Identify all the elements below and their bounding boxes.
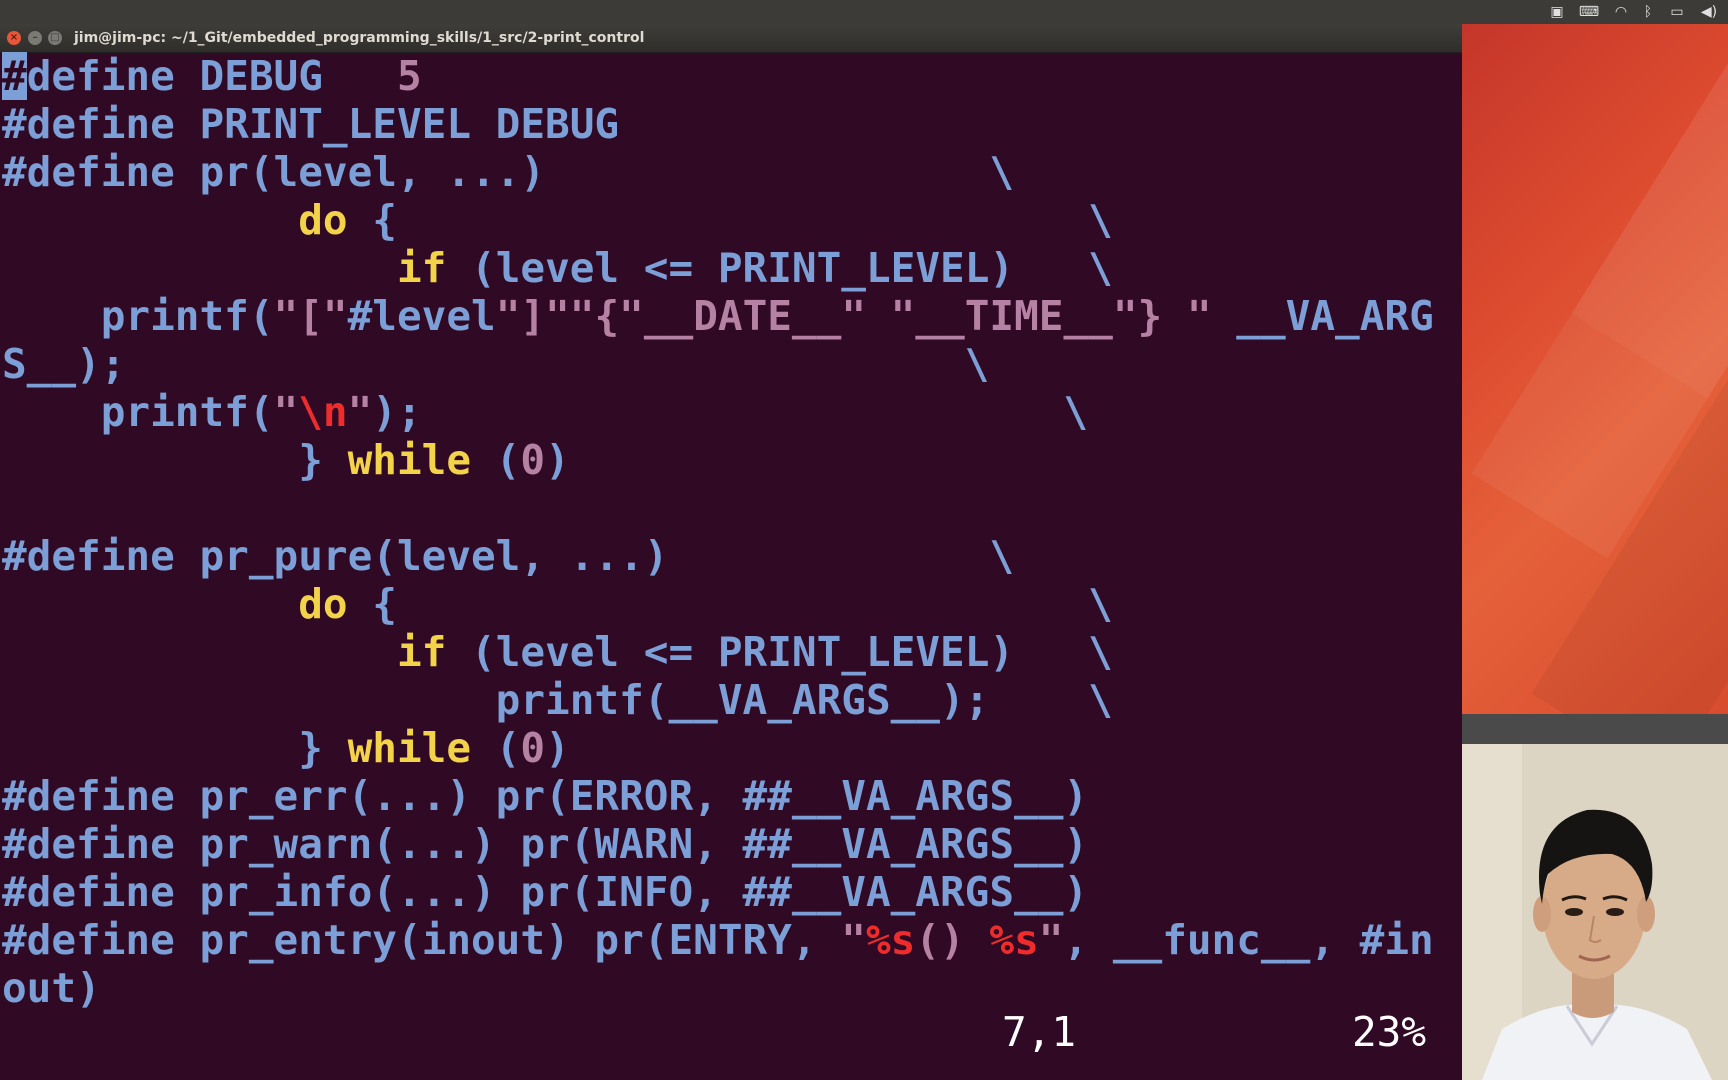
vim-statusline: 7,1 23%: [0, 1008, 1462, 1056]
code-token: ": [273, 388, 299, 436]
scroll-percent: 23%: [1352, 1008, 1427, 1056]
code-token: " ": [841, 292, 916, 340]
cursor-position: 7,1: [1002, 1008, 1077, 1056]
code-token: if: [396, 244, 447, 292]
code-token: while: [347, 724, 471, 772]
code-line[interactable]: } while (0): [0, 436, 1462, 484]
code-token: #define pr_err(...) pr(ERROR, ##__VA_ARG…: [2, 772, 1089, 820]
code-line[interactable]: if (level <= PRINT_LEVEL) \: [0, 628, 1462, 676]
code-token: __DATE__: [643, 292, 842, 340]
code-token: %s: [989, 916, 1039, 964]
code-token: #level: [347, 292, 496, 340]
code-token: if: [396, 628, 447, 676]
code-token: #define pr_info(...) pr(INFO, ##__VA_ARG…: [2, 868, 1089, 916]
text-cursor: #: [2, 52, 27, 100]
code-token: { \: [347, 580, 1113, 628]
presenter-image: [1462, 744, 1728, 1080]
code-token: printf(__VA_ARGS__); \: [2, 676, 1113, 724]
code-token: "} ": [1112, 292, 1212, 340]
code-line[interactable]: [0, 484, 1462, 532]
code-token: (): [915, 916, 990, 964]
code-token: 0: [520, 436, 546, 484]
code-token: #define pr_entry(inout) pr(ENTRY,: [2, 916, 842, 964]
code-token: (: [471, 724, 521, 772]
code-line[interactable]: #define pr_err(...) pr(ERROR, ##__VA_ARG…: [0, 772, 1462, 820]
code-line[interactable]: do { \: [0, 580, 1462, 628]
code-token: %s: [865, 916, 916, 964]
window-titlebar[interactable]: × – □ jim@jim-pc: ~/1_Git/embedded_progr…: [0, 24, 1462, 53]
code-token: S__); \: [2, 340, 990, 388]
code-token: ): [545, 436, 570, 484]
code-token: do: [298, 196, 348, 244]
code-token: ): [545, 724, 570, 772]
terminal-window[interactable]: × – □ jim@jim-pc: ~/1_Git/embedded_progr…: [0, 24, 1462, 1080]
code-token: (: [471, 436, 521, 484]
code-token: __VA_ARG: [1211, 292, 1434, 340]
code-token: printf(: [2, 388, 274, 436]
code-token: __TIME__: [915, 292, 1113, 340]
code-token: }: [2, 436, 348, 484]
code-token: ); \: [372, 388, 1089, 436]
code-token: 0: [520, 724, 546, 772]
code-token: #define pr_pure(level, ...) \: [2, 532, 1015, 580]
code-token: #define pr_warn(...) pr(WARN, ##__VA_ARG…: [2, 820, 1089, 868]
top-panel: ▣ ⌨ ◠ ᛒ ▭ ◀): [0, 0, 1728, 24]
code-token: "[": [273, 292, 348, 340]
code-token: (level <= PRINT_LEVEL) \: [446, 244, 1113, 292]
maximize-icon[interactable]: □: [48, 31, 62, 45]
code-token: printf(: [2, 292, 274, 340]
code-line[interactable]: #define pr(level, ...) \: [0, 148, 1462, 196]
battery-icon[interactable]: ▭: [1664, 3, 1690, 21]
window-title: jim@jim-pc: ~/1_Git/embedded_programming…: [74, 30, 645, 46]
code-token: define DEBUG: [26, 52, 397, 100]
volume-icon[interactable]: ◀): [1696, 3, 1722, 21]
code-line[interactable]: S__); \: [0, 340, 1462, 388]
code-token: #define pr(level, ...) \: [2, 148, 1015, 196]
close-icon[interactable]: ×: [7, 31, 21, 45]
code-token: ": [841, 916, 866, 964]
bluetooth-icon[interactable]: ᛒ: [1638, 3, 1658, 21]
code-token: out): [2, 964, 101, 1012]
code-token: (level <= PRINT_LEVEL) \: [446, 628, 1113, 676]
camera-icon[interactable]: ▣: [1546, 3, 1568, 21]
code-line[interactable]: } while (0): [0, 724, 1462, 772]
code-line[interactable]: #define pr_entry(inout) pr(ENTRY, "%s() …: [0, 916, 1462, 964]
code-token: { \: [347, 196, 1113, 244]
code-token: #define PRINT_LEVEL DEBUG: [2, 100, 620, 148]
code-line[interactable]: printf(__VA_ARGS__); \: [0, 676, 1462, 724]
code-line[interactable]: do { \: [0, 196, 1462, 244]
code-line[interactable]: printf("["#level"]""{"__DATE__" "__TIME_…: [0, 292, 1462, 340]
wifi-icon[interactable]: ◠: [1610, 3, 1632, 21]
desktop-wallpaper: [1462, 24, 1728, 714]
vim-editor[interactable]: #define DEBUG 5 #define PRINT_LEVEL DEBUG…: [0, 52, 1462, 1080]
code-line[interactable]: printf("\n"); \: [0, 388, 1462, 436]
code-token: do: [298, 580, 348, 628]
code-token: , __func__, #in: [1063, 916, 1434, 964]
code-token: }: [2, 724, 348, 772]
code-line[interactable]: #define pr_info(...) pr(INFO, ##__VA_ARG…: [0, 868, 1462, 916]
webcam-overlay: [1462, 744, 1728, 1080]
code-token: \n: [298, 388, 348, 436]
code-line[interactable]: #define PRINT_LEVEL DEBUG: [0, 100, 1462, 148]
code-line[interactable]: out): [0, 964, 1462, 1012]
code-token: ": [347, 388, 373, 436]
code-token: "]": [495, 292, 570, 340]
minimize-icon[interactable]: –: [28, 31, 42, 45]
code-line[interactable]: #define pr_warn(...) pr(WARN, ##__VA_ARG…: [0, 820, 1462, 868]
code-token: "{": [569, 292, 644, 340]
code-line[interactable]: #define DEBUG 5: [0, 52, 1462, 100]
code-token: while: [347, 436, 471, 484]
code-line[interactable]: #define pr_pure(level, ...) \: [0, 532, 1462, 580]
desktop-strip: [1462, 714, 1728, 744]
code-token: 5: [396, 52, 422, 100]
code-line[interactable]: if (level <= PRINT_LEVEL) \: [0, 244, 1462, 292]
code-token: ": [1038, 916, 1064, 964]
keyboard-icon[interactable]: ⌨: [1578, 3, 1600, 21]
